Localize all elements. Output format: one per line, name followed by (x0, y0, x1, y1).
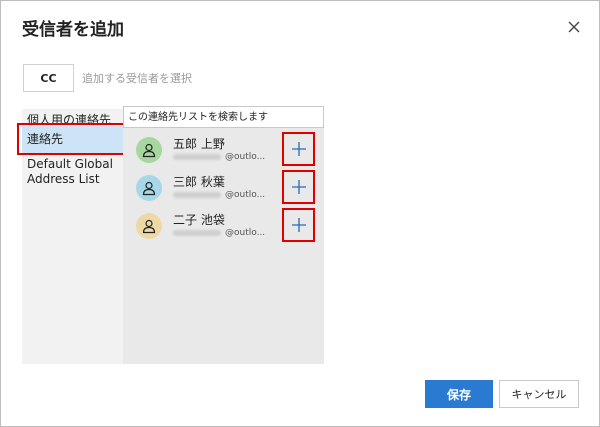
plus-icon (292, 142, 306, 156)
contact-list-panel: 五郎 上野 @outlo... 三郎 秋葉 @outlo... 二子 池袋 @o… (123, 106, 324, 364)
contact-email: @outlo... (173, 152, 265, 162)
contact-row: 三郎 秋葉 @outlo... (123, 170, 324, 208)
add-contact-button[interactable] (286, 174, 312, 200)
close-icon[interactable] (566, 19, 582, 35)
contact-email: @outlo... (173, 228, 265, 238)
source-default-global-line1[interactable]: Default Global (27, 157, 113, 172)
recipient-input[interactable] (80, 64, 340, 92)
person-icon (136, 175, 162, 201)
plus-icon (292, 180, 306, 194)
save-button[interactable]: 保存 (425, 380, 493, 408)
person-icon (136, 213, 162, 239)
contact-email: @outlo... (173, 190, 265, 200)
contact-name: 三郎 秋葉 (173, 175, 225, 189)
contact-row: 二子 池袋 @outlo... (123, 208, 324, 246)
contact-name: 五郎 上野 (173, 137, 225, 151)
contact-row: 五郎 上野 @outlo... (123, 132, 324, 170)
add-recipient-dialog: 受信者を追加 CC 個人用の連絡先 連絡先 Default Global Add… (0, 0, 600, 427)
person-icon (136, 137, 162, 163)
cc-button[interactable]: CC (23, 64, 74, 92)
cancel-button[interactable]: キャンセル (499, 380, 579, 408)
source-highlight-box (17, 123, 126, 155)
source-default-global-line2[interactable]: Address List (27, 172, 100, 187)
contact-name: 二子 池袋 (173, 213, 225, 227)
add-contact-button[interactable] (286, 136, 312, 162)
contact-search-input[interactable] (123, 106, 324, 128)
dialog-title: 受信者を追加 (22, 20, 124, 40)
add-contact-button[interactable] (286, 212, 312, 238)
plus-icon (292, 218, 306, 232)
